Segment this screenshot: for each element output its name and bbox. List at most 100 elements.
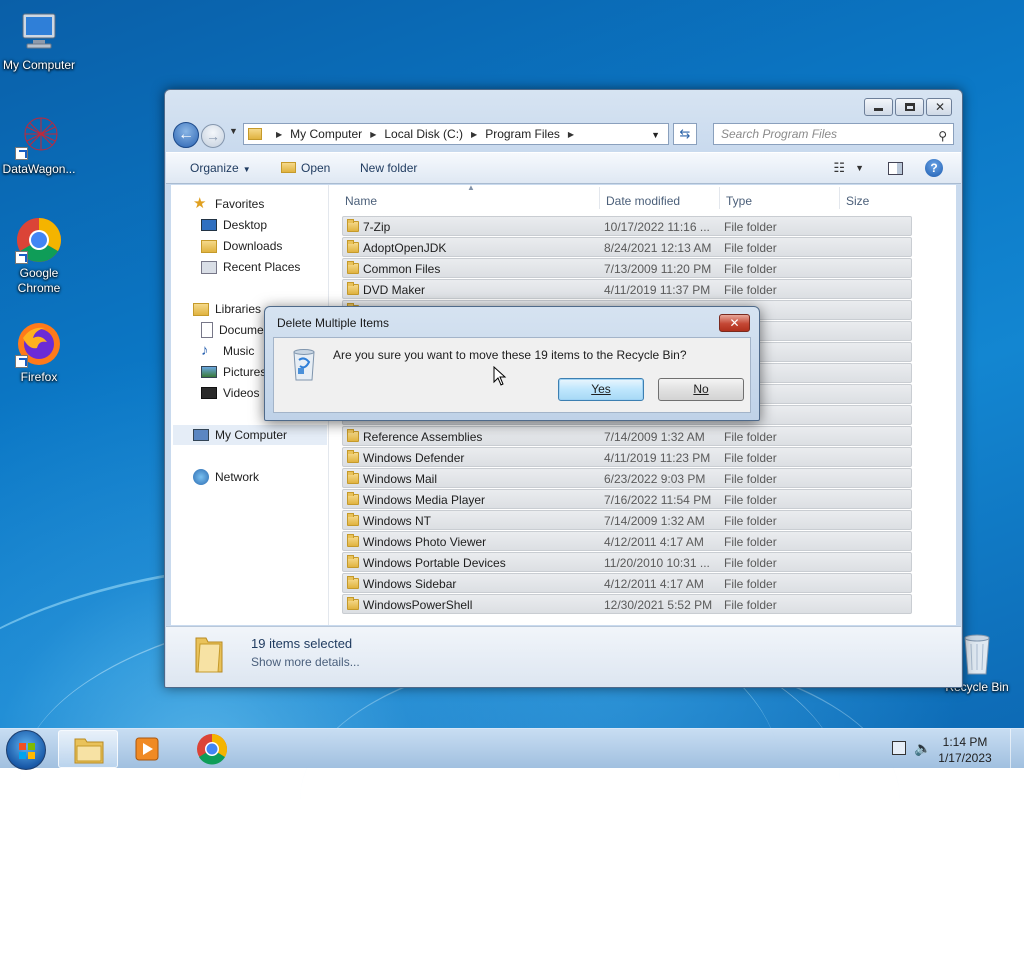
desktop-icon-label: My Computer (2, 58, 76, 72)
search-input[interactable]: Search Program Files ⚲ (713, 123, 954, 145)
file-row[interactable]: Windows Portable Devices 11/20/2010 10:31… (342, 552, 912, 572)
column-header-date[interactable]: Date modified (606, 189, 680, 213)
nav-desktop[interactable]: Desktop (201, 215, 267, 235)
file-type: File folder (724, 430, 777, 444)
folder-icon (347, 471, 359, 484)
breadcrumb-local-disk[interactable]: Local Disk (C:) (384, 127, 463, 141)
taskbar-media-player-button[interactable] (118, 730, 178, 768)
folder-icon (347, 219, 359, 232)
file-row[interactable]: 7-Zip 10/17/2022 11:16 ... File folder (342, 216, 912, 236)
nav-videos[interactable]: Videos (201, 383, 259, 403)
chrome-icon (197, 734, 228, 765)
nav-network[interactable]: Network (193, 467, 259, 487)
open-folder-icon (281, 162, 296, 173)
view-dropdown-icon[interactable]: ▼ (855, 163, 864, 173)
file-type: File folder (724, 577, 777, 591)
videos-icon (201, 387, 217, 399)
file-type: File folder (724, 472, 777, 486)
dialog-close-button[interactable]: ✕ (719, 314, 750, 332)
desktop-icon-my-computer[interactable]: My Computer (0, 8, 78, 73)
file-name: Windows Photo Viewer (363, 535, 487, 549)
file-type: File folder (724, 514, 777, 528)
desktop-icon-datawagon[interactable]: DataWagon... (0, 112, 78, 177)
network-tray-icon[interactable] (892, 741, 906, 755)
show-desktop-button[interactable] (1010, 729, 1024, 769)
nav-my-computer[interactable]: My Computer (173, 425, 327, 445)
taskbar-explorer-button[interactable] (58, 730, 118, 768)
taskbar-clock[interactable]: 1:14 PM 1/17/2023 (930, 734, 1000, 766)
file-row[interactable]: Windows NT 7/14/2009 1:32 AM File folder (342, 510, 912, 530)
column-header-type[interactable]: Type (726, 189, 752, 213)
nav-favorites[interactable]: ★ Favorites (193, 194, 264, 214)
nav-documents[interactable]: Docume (201, 320, 264, 340)
file-name: Windows Sidebar (363, 577, 457, 591)
downloads-folder-icon (201, 239, 217, 253)
file-row[interactable]: DVD Maker 4/11/2019 11:37 PM File folder (342, 279, 912, 299)
breadcrumb-separator-icon[interactable]: ▶ (568, 130, 574, 139)
music-icon: ♪ (201, 342, 209, 359)
new-folder-button[interactable]: New folder (360, 161, 417, 175)
file-row[interactable]: WindowsPowerShell 12/30/2021 5:52 PM File … (342, 594, 912, 614)
file-row[interactable]: AdoptOpenJDK 8/24/2021 12:13 AM File folde… (342, 237, 912, 257)
breadcrumb-separator-icon[interactable]: ▶ (276, 130, 282, 139)
organize-menu[interactable]: Organize ▼ (190, 161, 251, 175)
file-name: Reference Assemblies (363, 430, 483, 444)
details-pane: 19 items selected Show more details... (166, 626, 961, 687)
start-button[interactable] (6, 730, 46, 770)
folder-icon (347, 492, 359, 505)
file-name: DVD Maker (363, 283, 426, 297)
breadcrumb-program-files[interactable]: Program Files (485, 127, 560, 141)
folder-icon (347, 261, 359, 274)
refresh-button[interactable]: ⇆ (673, 123, 697, 145)
desktop-icon-firefox[interactable]: Firefox (0, 320, 78, 385)
file-row[interactable]: Common Files 7/13/2009 11:20 PM File folde… (342, 258, 912, 278)
maximize-button[interactable] (895, 98, 924, 116)
file-row[interactable]: Windows Sidebar 4/12/2011 4:17 AM File fol… (342, 573, 912, 593)
file-row[interactable]: Windows Defender 4/11/2019 11:23 PM File f… (342, 447, 912, 467)
recent-pages-dropdown-icon[interactable]: ▼ (229, 126, 238, 136)
volume-tray-icon[interactable]: 🔈 (914, 740, 931, 757)
help-icon[interactable]: ? (925, 159, 943, 177)
shortcut-arrow-icon (15, 251, 28, 264)
file-name: Common Files (363, 262, 441, 276)
file-date-modified: 6/23/2022 9:03 PM (604, 472, 706, 486)
nav-libraries[interactable]: Libraries (193, 299, 261, 319)
no-button[interactable]: No (658, 378, 744, 401)
desktop-icon-google-chrome[interactable]: Google Chrome (0, 216, 78, 296)
yes-button[interactable]: Yes (558, 378, 644, 401)
column-header-name[interactable]: Name (345, 189, 377, 213)
breadcrumb-my-computer[interactable]: My Computer (290, 127, 362, 141)
taskbar-chrome-button[interactable] (182, 730, 242, 768)
file-row[interactable]: Windows Photo Viewer 4/12/2011 4:17 AM Fil… (342, 531, 912, 551)
open-button[interactable]: Open (281, 161, 330, 175)
show-more-details-link[interactable]: Show more details... (251, 655, 360, 669)
file-row[interactable]: Windows Media Player 7/16/2022 11:54 PM Fi… (342, 489, 912, 509)
nav-pictures[interactable]: Pictures (201, 362, 266, 382)
view-controls: ☷ ▼ ? (833, 159, 943, 177)
change-view-icon[interactable]: ☷ (833, 160, 845, 176)
shortcut-arrow-icon (15, 355, 28, 368)
nav-recent-places[interactable]: Recent Places (201, 257, 300, 277)
file-row[interactable]: Windows Mail 6/23/2022 9:03 PM File folder (342, 468, 912, 488)
file-date-modified: 11/20/2010 10:31 ... (604, 556, 710, 570)
nav-downloads[interactable]: Downloads (201, 236, 282, 256)
address-dropdown-icon[interactable]: ▼ (651, 130, 660, 140)
file-name: AdoptOpenJDK (363, 241, 447, 255)
file-date-modified: 4/11/2019 11:23 PM (604, 451, 711, 465)
desktop-icon-label: Firefox (20, 370, 58, 384)
preview-pane-icon[interactable] (888, 161, 903, 175)
explorer-folder-icon (74, 738, 104, 764)
minimize-button[interactable] (864, 98, 893, 116)
folder-icon (347, 555, 359, 568)
address-bar[interactable]: ▶ My Computer ▶ Local Disk (C:) ▶ Progra… (243, 123, 669, 145)
file-date-modified: 7/14/2009 1:32 AM (604, 514, 705, 528)
close-button[interactable]: ✕ (926, 98, 952, 116)
file-row[interactable]: Reference Assemblies 7/14/2009 1:32 AM Fil… (342, 426, 912, 446)
search-icon[interactable]: ⚲ (938, 126, 947, 146)
breadcrumb-separator-icon[interactable]: ▶ (370, 130, 376, 139)
column-header-size[interactable]: Size (846, 189, 869, 213)
back-button[interactable]: ← (173, 122, 199, 148)
forward-button[interactable]: → (201, 124, 225, 148)
breadcrumb-separator-icon[interactable]: ▶ (471, 130, 477, 139)
nav-music[interactable]: ♪ Music (201, 341, 254, 361)
